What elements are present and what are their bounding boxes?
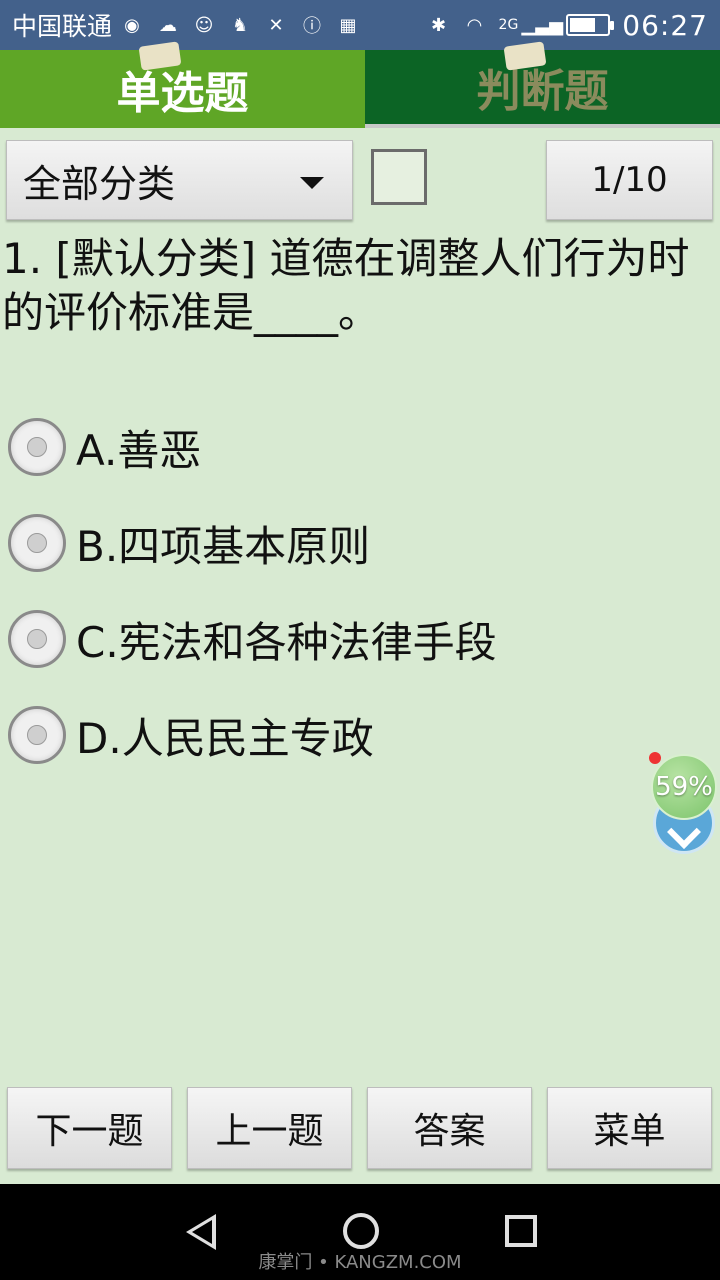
memory-percent-badge: 59%: [651, 754, 717, 820]
carrier-label: 中国联通: [12, 12, 113, 41]
option-label: D.人民民主专政: [76, 713, 374, 763]
clock: 06:27: [622, 8, 708, 42]
battery-fill: [570, 18, 596, 32]
home-icon[interactable]: [343, 1213, 379, 1249]
chevron-down-icon: [667, 815, 701, 849]
radio-icon[interactable]: [8, 418, 66, 476]
tab-label: 单选题: [116, 68, 249, 119]
floating-speed-widget[interactable]: 59%: [649, 752, 717, 854]
previous-question-button[interactable]: 上一题: [187, 1087, 352, 1169]
question-counter-button[interactable]: 1/10: [546, 140, 713, 220]
radio-icon[interactable]: [8, 610, 66, 668]
menu-button[interactable]: 菜单: [547, 1087, 712, 1169]
option-c[interactable]: C.宪法和各种法律手段: [8, 608, 497, 670]
signal-icon: ▁▃▅: [521, 14, 564, 36]
button-label: 菜单: [593, 1111, 666, 1152]
status-bar: 中国联通 ◉ ☁ ☺ ♞ ✕ ⓘ ▦ ✱ ◠ 2G ▁▃▅ 06:27: [0, 0, 720, 50]
button-label: 上一题: [215, 1111, 324, 1152]
notification-icons: ◉ ☁ ☺ ♞ ✕ ⓘ ▦: [120, 13, 360, 38]
app-notification-icon: ◉: [124, 14, 140, 36]
face-icon: ☺: [194, 14, 214, 36]
keyboard-icon: ▦: [339, 14, 357, 36]
tab-true-false[interactable]: 判断题: [365, 41, 720, 128]
notification-dot: [649, 752, 661, 764]
category-dropdown[interactable]: 全部分类: [6, 140, 353, 220]
option-label: A.善恶: [76, 425, 202, 475]
status-right: ✱ ◠ 2G ▁▃▅ 06:27: [427, 9, 708, 42]
favorite-checkbox[interactable]: [371, 149, 427, 205]
option-b[interactable]: B.四项基本原则: [8, 512, 370, 574]
question-text: 1. [默认分类] 道德在调整人们行为时的评价标准是____。: [2, 234, 690, 337]
question-counter: 1/10: [591, 160, 668, 200]
next-question-button[interactable]: 下一题: [7, 1087, 172, 1169]
radio-icon[interactable]: [8, 706, 66, 764]
info-icon: ⓘ: [303, 16, 322, 37]
cat-icon: ♞: [231, 14, 249, 36]
option-d[interactable]: D.人民民主专政: [8, 704, 374, 766]
watermark-text: 康掌门 • KANGZM.COM: [258, 1252, 462, 1273]
option-label: B.四项基本原则: [76, 521, 371, 571]
dropdown-arrow-icon: [300, 177, 324, 189]
button-label: 下一题: [35, 1111, 144, 1152]
option-a[interactable]: A.善恶: [8, 416, 201, 478]
radio-icon[interactable]: [8, 514, 66, 572]
option-label: C.宪法和各种法律手段: [76, 617, 497, 667]
wifi-icon: ◠: [466, 14, 483, 36]
weather-icon: ☁: [159, 14, 178, 36]
answer-button[interactable]: 答案: [367, 1087, 532, 1169]
battery-icon: [566, 14, 615, 36]
recent-apps-icon[interactable]: [505, 1215, 537, 1247]
bluetooth-icon: ✱: [430, 14, 447, 36]
button-label: 答案: [413, 1111, 486, 1152]
tab-single-choice[interactable]: 单选题: [0, 41, 365, 128]
network-type: 2G: [498, 17, 519, 33]
tool-icon: ✕: [268, 14, 284, 36]
category-selected: 全部分类: [23, 161, 176, 206]
memory-percent: 59%: [655, 772, 713, 802]
tab-bar: 单选题 判断题: [0, 41, 720, 128]
